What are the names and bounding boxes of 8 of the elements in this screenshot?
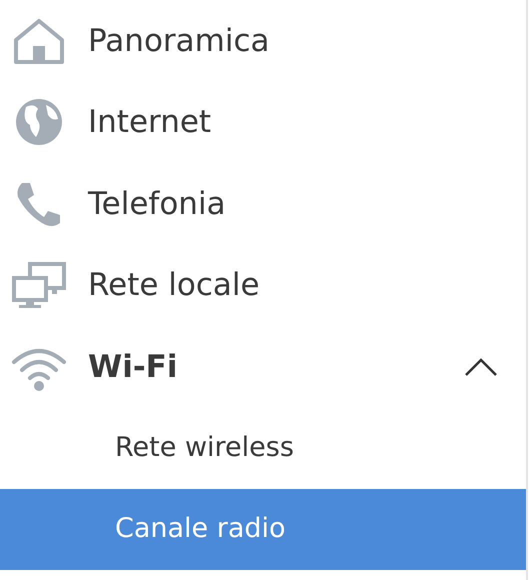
- menu-item[interactable]: Panoramica: [0, 0, 526, 82]
- menu-item[interactable]: Internet: [0, 82, 526, 163]
- submenu-item[interactable]: Rete wireless: [0, 408, 526, 488]
- submenu-item[interactable]: Canale radio: [0, 488, 526, 570]
- menu-item[interactable]: Telefonia: [0, 163, 526, 244]
- chevron-up-icon: [464, 356, 498, 377]
- menu-item[interactable]: Wi-Fi: [0, 326, 526, 408]
- menu-item[interactable]: Rete locale: [0, 244, 526, 326]
